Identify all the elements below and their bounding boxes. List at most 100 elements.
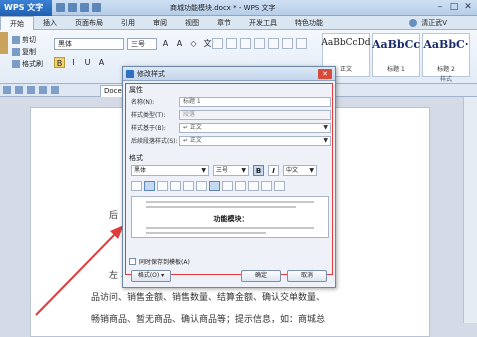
- style-heading-1[interactable]: AaBbCc 标题 1: [372, 33, 420, 77]
- preview-sample-text: 功能模块：: [213, 215, 249, 223]
- script-select[interactable]: 中文 ▼: [283, 165, 317, 176]
- quick-access-toolbar: [56, 3, 101, 12]
- maximize-icon[interactable]: □: [449, 2, 459, 13]
- tab-insert[interactable]: 插入: [34, 16, 66, 30]
- copy-icon: [12, 48, 20, 56]
- save-to-template-row[interactable]: 同时保存到模板(A): [129, 257, 190, 266]
- copy-button[interactable]: 复制: [12, 46, 56, 58]
- clear-format-icon[interactable]: ◇: [188, 38, 199, 49]
- style-type-select: 段落: [179, 109, 331, 120]
- align-right-icon[interactable]: [157, 181, 168, 191]
- align-center-icon[interactable]: [144, 181, 155, 191]
- bold-button[interactable]: B: [253, 165, 264, 176]
- following-style-label: 后续段落样式(S):: [131, 138, 178, 145]
- format-size-select[interactable]: 三号 ▼: [213, 165, 249, 176]
- open-icon[interactable]: [15, 86, 23, 94]
- right-task-pane[interactable]: [463, 97, 477, 323]
- save-icon[interactable]: [56, 3, 65, 12]
- dialog-title: 修改样式: [137, 70, 165, 78]
- tab-page-layout[interactable]: 页面布局: [66, 16, 112, 30]
- based-on-select[interactable]: ↵ 正文 ▼: [179, 122, 331, 133]
- chevron-down-icon: ▼: [241, 167, 246, 174]
- format-section-label: 格式: [129, 154, 143, 162]
- font-family-select[interactable]: 黑体: [54, 38, 124, 50]
- numbering-icon[interactable]: [226, 38, 237, 49]
- minimize-icon[interactable]: –: [435, 2, 445, 13]
- alignment-buttons: [131, 181, 285, 191]
- save-icon[interactable]: [3, 86, 11, 94]
- italic-button[interactable]: I: [268, 165, 279, 176]
- brush-icon: [12, 60, 20, 68]
- tab-sections[interactable]: 章节: [208, 16, 240, 30]
- close-icon[interactable]: ✕: [463, 2, 473, 13]
- dialog-close-button[interactable]: ✕: [318, 69, 332, 79]
- window-controls: – □ ✕: [435, 2, 473, 13]
- preview-line: [146, 227, 314, 229]
- style-heading-2[interactable]: AaBbC· 标题 2: [422, 33, 470, 77]
- style-name-field[interactable]: 标题 1: [179, 96, 331, 107]
- dialog-app-icon: [126, 70, 134, 78]
- style-preview-box: 功能模块：: [131, 196, 329, 238]
- following-style-select[interactable]: ↵ 正文 ▼: [179, 135, 331, 146]
- redo-icon[interactable]: [92, 3, 101, 12]
- line-spacing-double-icon[interactable]: [222, 181, 233, 191]
- space-after-icon[interactable]: [248, 181, 259, 191]
- borders-icon[interactable]: [296, 38, 307, 49]
- print-icon[interactable]: [68, 3, 77, 12]
- sort-icon[interactable]: [268, 38, 279, 49]
- cancel-button[interactable]: 取消: [287, 270, 327, 282]
- bold-icon[interactable]: B: [54, 57, 65, 68]
- bullets-icon[interactable]: [212, 38, 223, 49]
- window-title: 商城功能模块.docx * - WPS 文字: [170, 4, 276, 12]
- ok-button[interactable]: 确定: [241, 270, 281, 282]
- tab-features[interactable]: 特色功能: [286, 16, 332, 30]
- style-type-row: 样式类型(T): 段落: [131, 109, 331, 120]
- wps-menu-button[interactable]: WPS 文字: [0, 0, 52, 16]
- redo-icon[interactable]: [51, 86, 59, 94]
- tab-home[interactable]: 开始: [0, 15, 34, 30]
- tabstrip-icons: [3, 86, 59, 94]
- outdent-icon[interactable]: [240, 38, 251, 49]
- based-on-label: 样式基于(B):: [131, 125, 166, 132]
- font-size-select[interactable]: 三号: [127, 38, 157, 50]
- tab-view[interactable]: 视图: [176, 16, 208, 30]
- print-icon[interactable]: [27, 86, 35, 94]
- properties-section-label: 属性: [129, 86, 143, 94]
- paste-icon[interactable]: [0, 32, 8, 54]
- format-font-row: 黑体 ▼ 三号 ▼ B I 中文 ▼: [131, 165, 317, 176]
- tab-developer[interactable]: 开发工具: [240, 16, 286, 30]
- format-painter-button[interactable]: 格式刷: [12, 58, 56, 70]
- font-style-buttons: B I U A: [54, 57, 107, 68]
- chevron-down-icon: ▼: [323, 123, 328, 131]
- save-to-template-checkbox[interactable]: [129, 258, 136, 265]
- shrink-font-icon[interactable]: A: [174, 38, 185, 49]
- space-before-icon[interactable]: [235, 181, 246, 191]
- undo-icon[interactable]: [39, 86, 47, 94]
- align-left-icon[interactable]: [131, 181, 142, 191]
- paragraph-buttons: [212, 38, 307, 49]
- style-name-row: 名称(N): 标题 1: [131, 96, 331, 107]
- distribute-icon[interactable]: [183, 181, 194, 191]
- line-spacing-single-icon[interactable]: [196, 181, 207, 191]
- indent-icon[interactable]: [254, 38, 265, 49]
- format-font-select[interactable]: 黑体 ▼: [131, 165, 209, 176]
- decrease-indent-icon[interactable]: [261, 181, 272, 191]
- font-color-icon[interactable]: A: [96, 57, 107, 68]
- line-spacing-1-5-icon[interactable]: [209, 181, 220, 191]
- format-menu-button[interactable]: 格式(O) ▾: [131, 270, 171, 282]
- undo-icon[interactable]: [80, 3, 89, 12]
- grow-font-icon[interactable]: A: [160, 38, 171, 49]
- show-marks-icon[interactable]: [282, 38, 293, 49]
- italic-icon[interactable]: I: [68, 57, 79, 68]
- tab-references[interactable]: 引用: [112, 16, 144, 30]
- tab-review[interactable]: 审阅: [144, 16, 176, 30]
- user-area[interactable]: 清正武V: [409, 16, 447, 30]
- underline-icon[interactable]: U: [82, 57, 93, 68]
- justify-icon[interactable]: [170, 181, 181, 191]
- increase-indent-icon[interactable]: [274, 181, 285, 191]
- cut-button[interactable]: 剪切: [12, 34, 56, 46]
- style-name-label: 名称(N):: [131, 99, 155, 106]
- chevron-down-icon: ▼: [309, 167, 314, 174]
- chevron-down-icon: ▼: [201, 167, 206, 174]
- menu-tabs: 开始 插入 页面布局 引用 审阅 视图 章节 开发工具 特色功能: [0, 15, 477, 30]
